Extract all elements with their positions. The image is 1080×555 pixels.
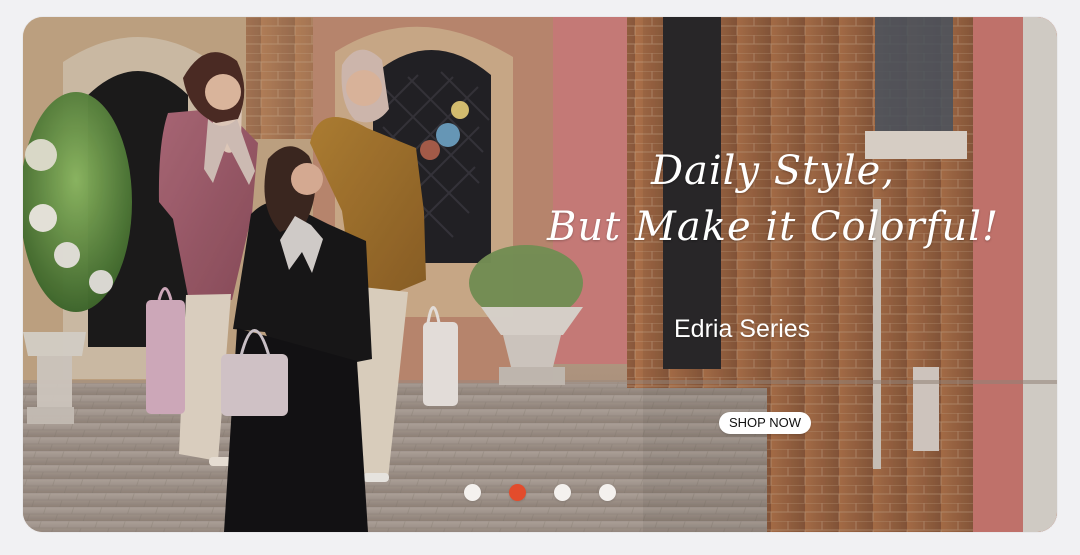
- hero-carousel-slide[interactable]: Daily Style, But Make it Colorful! Edria…: [23, 17, 1057, 532]
- carousel-dot-4[interactable]: [599, 484, 616, 501]
- headline-line-2: But Make it Colorful!: [546, 204, 1000, 250]
- carousel-dot-3[interactable]: [554, 484, 571, 501]
- series-name: Edria Series: [674, 315, 811, 343]
- headline-line-1: Daily Style,: [650, 148, 896, 194]
- hero-background-image: [23, 17, 1057, 532]
- carousel-dot-1[interactable]: [464, 484, 481, 501]
- carousel-pagination: [464, 484, 620, 502]
- carousel-dot-2[interactable]: [509, 484, 526, 501]
- page-shell: Daily Style, But Make it Colorful! Edria…: [0, 0, 1080, 555]
- shop-now-button[interactable]: SHOP NOW: [719, 412, 811, 434]
- headline: Daily Style, But Make it Colorful!: [523, 143, 1023, 255]
